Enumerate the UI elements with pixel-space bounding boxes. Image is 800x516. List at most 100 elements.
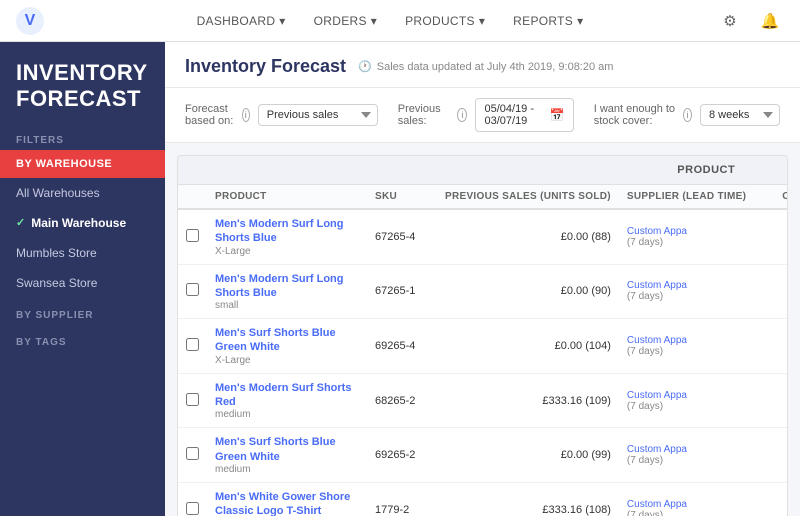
row-cost-cell: £ 5.6 <box>754 319 788 374</box>
row-checkbox-cell[interactable] <box>178 209 207 264</box>
supplier-lead-time: (7 days) <box>627 401 746 412</box>
table-area: PRODUCT PRODUCT SKU PREVIOUS SALES (UNIT… <box>165 143 800 516</box>
table-row: Men's White Gower Shore Classic Logo T-S… <box>178 482 788 516</box>
row-supplier-cell: Custom Appa (7 days) <box>619 264 754 319</box>
prev-sales-info-icon[interactable]: i <box>457 108 467 122</box>
table-row: Men's Surf Shorts Blue Green White mediu… <box>178 428 788 483</box>
row-checkbox-cell[interactable] <box>178 482 207 516</box>
row-product-cell: Men's Modern Surf Long Shorts Blue X-Lar… <box>207 209 367 264</box>
previous-sales-group: Previous sales: i 05/04/19 - 03/07/19 📅 <box>398 98 574 132</box>
supplier-name[interactable]: Custom Appa <box>627 226 746 237</box>
row-product-cell: Men's Surf Shorts Blue Green White X-Lar… <box>207 319 367 374</box>
forecast-info-icon[interactable]: i <box>242 108 250 122</box>
row-product-cell: Men's White Gower Shore Classic Logo T-S… <box>207 482 367 516</box>
product-name[interactable]: Men's Modern Surf Long Shorts Blue <box>215 272 359 301</box>
forecast-label: Forecast based on: <box>185 103 234 127</box>
main-header: Inventory Forecast 🕐 Sales data updated … <box>165 42 800 88</box>
supplier-lead-time: (7 days) <box>627 346 746 357</box>
nav-reports[interactable]: REPORTS ▾ <box>503 8 593 34</box>
col-sku-header: SKU <box>367 185 437 210</box>
row-sku-cell: 67265-1 <box>367 264 437 319</box>
bell-icon[interactable]: 🔔 <box>756 7 784 35</box>
supplier-name[interactable]: Custom Appa <box>627 499 746 510</box>
sidebar-item-swansea-store[interactable]: Swansea Store <box>0 268 165 298</box>
row-checkbox[interactable] <box>186 229 199 242</box>
row-prev-sales-cell: £0.00 (88) <box>437 209 619 264</box>
sidebar: INVENTORY FORECAST FILTERS BY WAREHOUSE … <box>0 42 165 516</box>
row-sku-cell: 69265-4 <box>367 319 437 374</box>
row-supplier-cell: Custom Appa (7 days) <box>619 482 754 516</box>
sidebar-item-main-warehouse[interactable]: Main Warehouse <box>0 208 165 238</box>
sidebar-item-mumbles-store[interactable]: Mumbles Store <box>0 238 165 268</box>
row-sku-cell: 67265-4 <box>367 209 437 264</box>
row-supplier-cell: Custom Appa (7 days) <box>619 319 754 374</box>
logo[interactable]: V <box>16 7 44 35</box>
row-cost-cell: £ 5.6 <box>754 209 788 264</box>
product-name[interactable]: Men's Surf Shorts Blue Green White <box>215 435 359 464</box>
row-checkbox[interactable] <box>186 447 199 460</box>
stock-cover-label: I want enough to stock cover: <box>594 103 675 127</box>
product-variant: small <box>215 300 359 311</box>
sidebar-section-supplier[interactable]: BY SUPPLIER <box>0 298 165 329</box>
product-variant: X-Large <box>215 246 359 257</box>
date-range-box[interactable]: 05/04/19 - 03/07/19 📅 <box>475 98 573 132</box>
sidebar-title: INVENTORY FORECAST <box>0 42 165 127</box>
supplier-lead-time: (7 days) <box>627 510 746 516</box>
table-row: Men's Modern Surf Shorts Red medium 6826… <box>178 373 788 428</box>
top-nav: V DASHBOARD ▾ ORDERS ▾ PRODUCTS ▾ REPORT… <box>0 0 800 42</box>
stock-cover-select[interactable]: 8 weeks <box>700 104 780 126</box>
product-variant: X-Large <box>215 355 359 366</box>
product-name[interactable]: Men's White Gower Shore Classic Logo T-S… <box>215 490 359 516</box>
supplier-lead-time: (7 days) <box>627 291 746 302</box>
gear-icon[interactable]: ⚙ <box>716 7 744 35</box>
product-name[interactable]: Men's Modern Surf Long Shorts Blue <box>215 217 359 246</box>
page-title: Inventory Forecast <box>185 56 346 77</box>
row-prev-sales-cell: £333.16 (109) <box>437 373 619 428</box>
col-product-header: PRODUCT <box>207 185 367 210</box>
row-product-cell: Men's Surf Shorts Blue Green White mediu… <box>207 428 367 483</box>
row-prev-sales-cell: £0.00 (104) <box>437 319 619 374</box>
stock-cover-info-icon[interactable]: i <box>683 108 692 122</box>
row-checkbox[interactable] <box>186 393 199 406</box>
filters-label: FILTERS <box>0 127 165 150</box>
sidebar-section-tags[interactable]: BY TAGS <box>0 329 165 356</box>
row-checkbox[interactable] <box>186 338 199 351</box>
chevron-down-icon: ▾ <box>577 14 583 28</box>
supplier-name[interactable]: Custom Appa <box>627 444 746 455</box>
forecast-select[interactable]: Previous sales <box>258 104 378 126</box>
nav-products[interactable]: PRODUCTS ▾ <box>395 8 495 34</box>
clock-icon: 🕐 <box>358 60 372 73</box>
table-container: PRODUCT PRODUCT SKU PREVIOUS SALES (UNIT… <box>177 155 788 516</box>
row-checkbox-cell[interactable] <box>178 373 207 428</box>
table-row: Men's Modern Surf Long Shorts Blue small… <box>178 264 788 319</box>
col-prev-sales-header: PREVIOUS SALES (UNITS SOLD) <box>437 185 619 210</box>
row-cost-cell: £ 5.6 <box>754 428 788 483</box>
supplier-name[interactable]: Custom Appa <box>627 390 746 401</box>
nav-orders[interactable]: ORDERS ▾ <box>304 8 387 34</box>
stock-cover-group: I want enough to stock cover: i 8 weeks <box>594 103 780 127</box>
row-checkbox-cell[interactable] <box>178 319 207 374</box>
supplier-lead-time: (7 days) <box>627 455 746 466</box>
row-cost-cell: £ 5.6 <box>754 373 788 428</box>
supplier-name[interactable]: Custom Appa <box>627 280 746 291</box>
supplier-name[interactable]: Custom Appa <box>627 335 746 346</box>
sidebar-section-warehouse[interactable]: BY WAREHOUSE <box>0 150 165 178</box>
row-checkbox[interactable] <box>186 502 199 515</box>
row-checkbox-cell[interactable] <box>178 428 207 483</box>
row-sku-cell: 68265-2 <box>367 373 437 428</box>
col-check-header <box>178 185 207 210</box>
sidebar-item-all-warehouses[interactable]: All Warehouses <box>0 178 165 208</box>
row-checkbox-cell[interactable] <box>178 264 207 319</box>
product-header-row: PRODUCT <box>178 156 788 185</box>
row-supplier-cell: Custom Appa (7 days) <box>619 209 754 264</box>
table-row: Men's Modern Surf Long Shorts Blue X-Lar… <box>178 209 788 264</box>
chevron-down-icon: ▾ <box>479 14 485 28</box>
product-name[interactable]: Men's Modern Surf Shorts Red <box>215 381 359 410</box>
prev-sales-label: Previous sales: <box>398 103 449 127</box>
nav-links: DASHBOARD ▾ ORDERS ▾ PRODUCTS ▾ REPORTS … <box>64 8 716 34</box>
row-supplier-cell: Custom Appa (7 days) <box>619 428 754 483</box>
nav-dashboard[interactable]: DASHBOARD ▾ <box>187 8 296 34</box>
forecast-based-on-group: Forecast based on: i Previous sales <box>185 103 378 127</box>
row-checkbox[interactable] <box>186 283 199 296</box>
product-name[interactable]: Men's Surf Shorts Blue Green White <box>215 326 359 355</box>
